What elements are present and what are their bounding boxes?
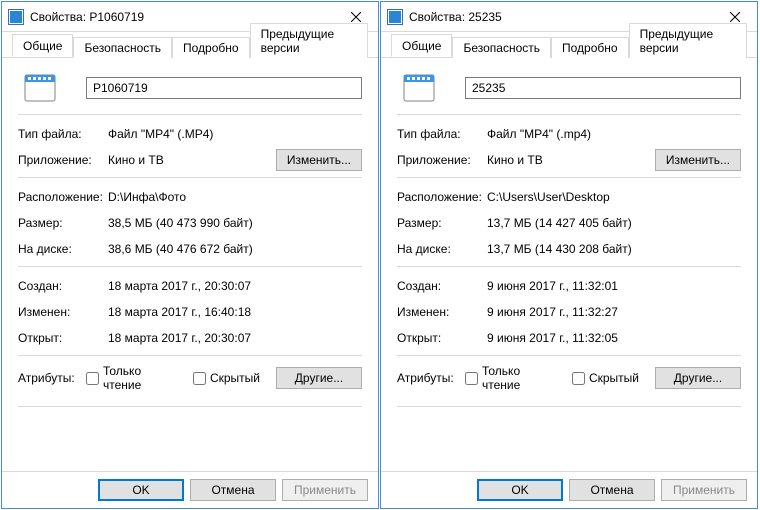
separator [397, 266, 741, 267]
readonly-checkbox-label: Только чтение [482, 364, 556, 392]
tab-general[interactable]: Общие [391, 34, 452, 57]
ondisk-value: 38,6 МБ (40 476 672 байт) [108, 242, 362, 256]
ondisk-value: 13,7 МБ (14 430 208 байт) [487, 242, 741, 256]
hidden-checkbox-label: Скрытый [589, 371, 639, 385]
app-label: Приложение: [397, 153, 487, 167]
ondisk-label: На диске: [397, 242, 487, 256]
hidden-checkbox-input[interactable] [193, 372, 206, 385]
tab-previous-versions[interactable]: Предыдущие версии [629, 23, 747, 58]
modified-value: 18 марта 2017 г., 16:40:18 [108, 305, 362, 319]
filetype-value: Файл "MP4" (.mp4) [487, 127, 741, 141]
dialog-buttons: OK Отмена Применить [381, 471, 757, 508]
size-label: Размер: [397, 216, 487, 230]
separator [18, 114, 362, 115]
app-value: Кино и ТВ [108, 153, 276, 167]
properties-window: Свойства: P1060719 Общие Безопасность По… [1, 1, 379, 509]
tab-previous-versions[interactable]: Предыдущие версии [250, 23, 368, 58]
size-label: Размер: [18, 216, 108, 230]
modified-label: Изменен: [18, 305, 108, 319]
readonly-checkbox-input[interactable] [86, 372, 99, 385]
change-button[interactable]: Изменить... [655, 149, 741, 171]
stage: Свойства: P1060719 Общие Безопасность По… [0, 0, 760, 510]
separator [397, 114, 741, 115]
video-file-large-icon [403, 72, 435, 104]
created-label: Создан: [397, 279, 487, 293]
modified-value: 9 июня 2017 г., 11:32:27 [487, 305, 741, 319]
other-attributes-button[interactable]: Другие... [276, 367, 362, 389]
modified-label: Изменен: [397, 305, 487, 319]
close-icon [351, 12, 361, 22]
other-attributes-button[interactable]: Другие... [655, 367, 741, 389]
change-button[interactable]: Изменить... [276, 149, 362, 171]
readonly-checkbox[interactable]: Только чтение [86, 364, 177, 392]
filename-input[interactable] [465, 77, 741, 99]
video-file-large-icon [24, 72, 56, 104]
app-value: Кино и ТВ [487, 153, 655, 167]
tab-general[interactable]: Общие [12, 34, 73, 57]
app-label: Приложение: [18, 153, 108, 167]
size-value: 38,5 МБ (40 473 990 байт) [108, 216, 362, 230]
cancel-button[interactable]: Отмена [190, 479, 276, 501]
location-value: C:\Users\User\Desktop [487, 190, 741, 204]
tab-strip: Общие Безопасность Подробно Предыдущие в… [2, 32, 378, 58]
created-value: 18 марта 2017 г., 20:30:07 [108, 279, 362, 293]
hidden-checkbox[interactable]: Скрытый [193, 371, 260, 385]
separator [18, 177, 362, 178]
readonly-checkbox[interactable]: Только чтение [465, 364, 556, 392]
apply-button[interactable]: Применить [282, 479, 368, 501]
separator [397, 406, 741, 407]
separator [18, 406, 362, 407]
created-value: 9 июня 2017 г., 11:32:01 [487, 279, 741, 293]
attributes-label: Атрибуты: [18, 371, 86, 385]
properties-window: Свойства: 25235 Общие Безопасность Подро… [380, 1, 758, 509]
separator [18, 266, 362, 267]
apply-button[interactable]: Применить [661, 479, 747, 501]
filetype-label: Тип файла: [397, 127, 487, 141]
tab-body: Тип файла: Файл "MP4" (.mp4) Приложение:… [381, 58, 757, 471]
location-label: Расположение: [397, 190, 487, 204]
attributes-label: Атрибуты: [397, 371, 465, 385]
tab-details[interactable]: Подробно [551, 37, 629, 58]
video-file-icon [8, 9, 24, 25]
filetype-label: Тип файла: [18, 127, 108, 141]
ok-button[interactable]: OK [477, 479, 563, 501]
accessed-label: Открыт: [397, 331, 487, 345]
location-value: D:\Инфа\Фото [108, 190, 362, 204]
size-value: 13,7 МБ (14 427 405 байт) [487, 216, 741, 230]
window-title: Свойства: P1060719 [30, 10, 333, 24]
readonly-checkbox-label: Только чтение [103, 364, 177, 392]
separator [18, 355, 362, 356]
hidden-checkbox-label: Скрытый [210, 371, 260, 385]
readonly-checkbox-input[interactable] [465, 372, 478, 385]
tab-body: Тип файла: Файл "MP4" (.MP4) Приложение:… [2, 58, 378, 471]
tab-security[interactable]: Безопасность [452, 37, 551, 58]
ondisk-label: На диске: [18, 242, 108, 256]
close-icon [730, 12, 740, 22]
hidden-checkbox-input[interactable] [572, 372, 585, 385]
separator [397, 177, 741, 178]
tab-security[interactable]: Безопасность [73, 37, 172, 58]
accessed-value: 9 июня 2017 г., 11:32:05 [487, 331, 741, 345]
video-file-icon [387, 9, 403, 25]
filename-input[interactable] [86, 77, 362, 99]
location-label: Расположение: [18, 190, 108, 204]
tab-strip: Общие Безопасность Подробно Предыдущие в… [381, 32, 757, 58]
tab-details[interactable]: Подробно [172, 37, 250, 58]
created-label: Создан: [18, 279, 108, 293]
ok-button[interactable]: OK [98, 479, 184, 501]
separator [397, 355, 741, 356]
filetype-value: Файл "MP4" (.MP4) [108, 127, 362, 141]
dialog-buttons: OK Отмена Применить [2, 471, 378, 508]
cancel-button[interactable]: Отмена [569, 479, 655, 501]
accessed-value: 18 марта 2017 г., 20:30:07 [108, 331, 362, 345]
hidden-checkbox[interactable]: Скрытый [572, 371, 639, 385]
accessed-label: Открыт: [18, 331, 108, 345]
window-title: Свойства: 25235 [409, 10, 712, 24]
